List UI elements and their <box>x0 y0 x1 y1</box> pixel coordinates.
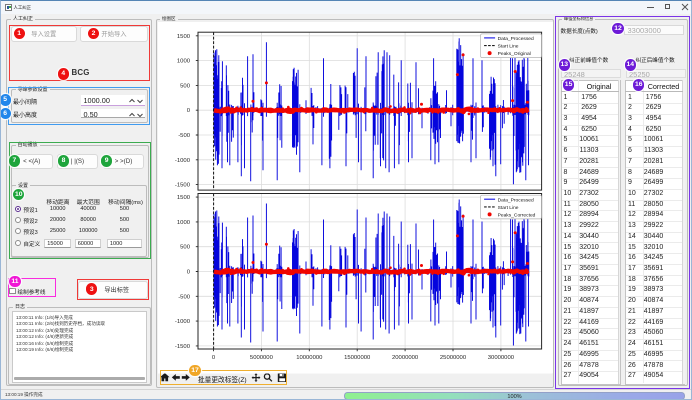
svg-text:Data_Processed: Data_Processed <box>498 36 534 42</box>
svg-text:25000000: 25000000 <box>440 355 467 361</box>
svg-text:1000: 1000 <box>177 58 191 64</box>
svg-text:15000000: 15000000 <box>344 355 371 361</box>
svg-text:Data_Processed: Data_Processed <box>498 197 534 203</box>
svg-text:Start Line: Start Line <box>498 43 519 49</box>
svg-text:20000000: 20000000 <box>392 355 419 361</box>
svg-text:500: 500 <box>180 83 191 89</box>
svg-text:30000000: 30000000 <box>488 355 515 361</box>
svg-text:-1000: -1000 <box>175 319 191 325</box>
svg-text:Peaks_Corrected: Peaks_Corrected <box>498 212 536 218</box>
svg-text:-500: -500 <box>178 294 191 300</box>
svg-text:1500: 1500 <box>177 195 191 201</box>
svg-text:1000: 1000 <box>177 219 191 225</box>
svg-text:-1500: -1500 <box>175 182 191 188</box>
svg-text:500: 500 <box>180 244 191 250</box>
svg-text:-500: -500 <box>178 133 191 139</box>
svg-text:-1000: -1000 <box>175 157 191 163</box>
svg-text:5000000: 5000000 <box>250 355 274 361</box>
svg-text:Start Line: Start Line <box>498 205 519 211</box>
svg-text:Peaks_Original: Peaks_Original <box>498 51 531 57</box>
svg-text:10000000: 10000000 <box>296 355 323 361</box>
svg-text:1500: 1500 <box>177 33 191 39</box>
svg-text:-1500: -1500 <box>175 343 191 349</box>
